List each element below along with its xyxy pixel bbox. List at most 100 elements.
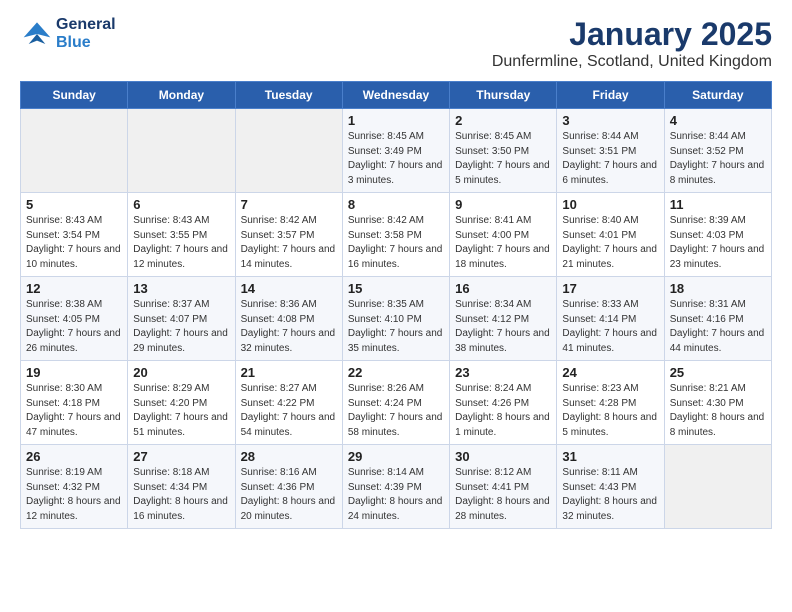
day-number: 3 (562, 113, 658, 128)
day-number: 5 (26, 197, 122, 212)
day-info: Sunrise: 8:30 AM Sunset: 4:18 PM Dayligh… (26, 382, 122, 440)
day-info: Sunrise: 8:36 AM Sunset: 4:08 PM Dayligh… (241, 298, 337, 356)
calendar-cell: 9 Sunrise: 8:41 AM Sunset: 4:00 PM Daylig… (450, 193, 557, 277)
calendar-cell: 26 Sunrise: 8:19 AM Sunset: 4:32 PM Dayli… (21, 445, 128, 529)
week-row-3: 12 Sunrise: 8:38 AM Sunset: 4:05 PM Dayli… (21, 277, 772, 361)
calendar-cell: 31Sunrise: 8:11 AM Sunset: 4:43 PM Dayli… (557, 445, 664, 529)
calendar-cell: 13 Sunrise: 8:37 AM Sunset: 4:07 PM Dayli… (128, 277, 235, 361)
day-number: 18 (670, 281, 766, 296)
day-info: Sunrise: 8:18 AM Sunset: 4:34 PM Dayligh… (133, 466, 229, 524)
day-number: 15 (348, 281, 444, 296)
page: General Blue January 2025 Dunfermline, S… (0, 0, 792, 545)
calendar-cell: 24Sunrise: 8:23 AM Sunset: 4:28 PM Dayli… (557, 361, 664, 445)
calendar-cell (235, 109, 342, 193)
day-header-wednesday: Wednesday (342, 82, 449, 109)
week-row-4: 19 Sunrise: 8:30 AM Sunset: 4:18 PM Dayli… (21, 361, 772, 445)
day-info: Sunrise: 8:43 AM Sunset: 3:55 PM Dayligh… (133, 214, 229, 272)
day-info: Sunrise: 8:45 AM Sunset: 3:49 PM Dayligh… (348, 130, 444, 188)
calendar-cell: 28 Sunrise: 8:16 AM Sunset: 4:36 PM Dayli… (235, 445, 342, 529)
calendar-cell (128, 109, 235, 193)
day-info: Sunrise: 8:41 AM Sunset: 4:00 PM Dayligh… (455, 214, 551, 272)
calendar-cell: 12 Sunrise: 8:38 AM Sunset: 4:05 PM Dayli… (21, 277, 128, 361)
day-info: Sunrise: 8:23 AM Sunset: 4:28 PM Dayligh… (562, 382, 658, 440)
day-number: 27 (133, 449, 229, 464)
day-number: 14 (241, 281, 337, 296)
calendar-cell: 27 Sunrise: 8:18 AM Sunset: 4:34 PM Dayli… (128, 445, 235, 529)
calendar-cell: 15 Sunrise: 8:35 AM Sunset: 4:10 PM Dayli… (342, 277, 449, 361)
week-row-1: 1Sunrise: 8:45 AM Sunset: 3:49 PM Daylig… (21, 109, 772, 193)
title-block: January 2025 Dunfermline, Scotland, Unit… (492, 16, 772, 71)
calendar-cell: 11 Sunrise: 8:39 AM Sunset: 4:03 PM Dayli… (664, 193, 771, 277)
day-number: 30 (455, 449, 551, 464)
calendar-cell (21, 109, 128, 193)
logo-icon (22, 19, 52, 49)
day-number: 6 (133, 197, 229, 212)
day-info: Sunrise: 8:45 AM Sunset: 3:50 PM Dayligh… (455, 130, 551, 188)
calendar-cell: 21 Sunrise: 8:27 AM Sunset: 4:22 PM Dayli… (235, 361, 342, 445)
day-info: Sunrise: 8:14 AM Sunset: 4:39 PM Dayligh… (348, 466, 444, 524)
calendar-cell: 30 Sunrise: 8:12 AM Sunset: 4:41 PM Dayli… (450, 445, 557, 529)
day-info: Sunrise: 8:35 AM Sunset: 4:10 PM Dayligh… (348, 298, 444, 356)
day-number: 12 (26, 281, 122, 296)
logo-text-general: General (56, 16, 116, 34)
day-number: 7 (241, 197, 337, 212)
calendar-cell: 29 Sunrise: 8:14 AM Sunset: 4:39 PM Dayli… (342, 445, 449, 529)
day-info: Sunrise: 8:33 AM Sunset: 4:14 PM Dayligh… (562, 298, 658, 356)
day-number: 13 (133, 281, 229, 296)
calendar-cell: 16Sunrise: 8:34 AM Sunset: 4:12 PM Dayli… (450, 277, 557, 361)
day-info: Sunrise: 8:42 AM Sunset: 3:57 PM Dayligh… (241, 214, 337, 272)
header: General Blue January 2025 Dunfermline, S… (20, 16, 772, 71)
day-info: Sunrise: 8:38 AM Sunset: 4:05 PM Dayligh… (26, 298, 122, 356)
day-number: 23 (455, 365, 551, 380)
calendar-cell: 5 Sunrise: 8:43 AM Sunset: 3:54 PM Daylig… (21, 193, 128, 277)
calendar-cell: 1Sunrise: 8:45 AM Sunset: 3:49 PM Daylig… (342, 109, 449, 193)
calendar-cell: 19 Sunrise: 8:30 AM Sunset: 4:18 PM Dayli… (21, 361, 128, 445)
calendar-cell: 14 Sunrise: 8:36 AM Sunset: 4:08 PM Dayli… (235, 277, 342, 361)
calendar-cell: 10Sunrise: 8:40 AM Sunset: 4:01 PM Dayli… (557, 193, 664, 277)
day-number: 25 (670, 365, 766, 380)
day-number: 9 (455, 197, 551, 212)
day-info: Sunrise: 8:27 AM Sunset: 4:22 PM Dayligh… (241, 382, 337, 440)
day-number: 22 (348, 365, 444, 380)
calendar-cell: 22 Sunrise: 8:26 AM Sunset: 4:24 PM Dayli… (342, 361, 449, 445)
day-number: 28 (241, 449, 337, 464)
day-info: Sunrise: 8:37 AM Sunset: 4:07 PM Dayligh… (133, 298, 229, 356)
day-info: Sunrise: 8:39 AM Sunset: 4:03 PM Dayligh… (670, 214, 766, 272)
day-header-thursday: Thursday (450, 82, 557, 109)
day-number: 29 (348, 449, 444, 464)
day-number: 19 (26, 365, 122, 380)
day-info: Sunrise: 8:12 AM Sunset: 4:41 PM Dayligh… (455, 466, 551, 524)
day-info: Sunrise: 8:19 AM Sunset: 4:32 PM Dayligh… (26, 466, 122, 524)
calendar-title: January 2025 (492, 16, 772, 53)
day-info: Sunrise: 8:21 AM Sunset: 4:30 PM Dayligh… (670, 382, 766, 440)
calendar-cell: 3 Sunrise: 8:44 AM Sunset: 3:51 PM Daylig… (557, 109, 664, 193)
day-number: 11 (670, 197, 766, 212)
day-info: Sunrise: 8:43 AM Sunset: 3:54 PM Dayligh… (26, 214, 122, 272)
logo-text-blue: Blue (56, 34, 116, 52)
day-number: 26 (26, 449, 122, 464)
day-info: Sunrise: 8:40 AM Sunset: 4:01 PM Dayligh… (562, 214, 658, 272)
day-info: Sunrise: 8:16 AM Sunset: 4:36 PM Dayligh… (241, 466, 337, 524)
days-header-row: SundayMondayTuesdayWednesdayThursdayFrid… (21, 82, 772, 109)
calendar-cell: 8Sunrise: 8:42 AM Sunset: 3:58 PM Daylig… (342, 193, 449, 277)
day-header-saturday: Saturday (664, 82, 771, 109)
day-info: Sunrise: 8:44 AM Sunset: 3:52 PM Dayligh… (670, 130, 766, 188)
day-info: Sunrise: 8:31 AM Sunset: 4:16 PM Dayligh… (670, 298, 766, 356)
calendar-cell: 23Sunrise: 8:24 AM Sunset: 4:26 PM Dayli… (450, 361, 557, 445)
logo: General Blue (20, 16, 116, 51)
calendar-cell: 18 Sunrise: 8:31 AM Sunset: 4:16 PM Dayli… (664, 277, 771, 361)
day-header-sunday: Sunday (21, 82, 128, 109)
day-info: Sunrise: 8:26 AM Sunset: 4:24 PM Dayligh… (348, 382, 444, 440)
day-header-tuesday: Tuesday (235, 82, 342, 109)
day-info: Sunrise: 8:29 AM Sunset: 4:20 PM Dayligh… (133, 382, 229, 440)
calendar-cell: 4 Sunrise: 8:44 AM Sunset: 3:52 PM Daylig… (664, 109, 771, 193)
day-info: Sunrise: 8:44 AM Sunset: 3:51 PM Dayligh… (562, 130, 658, 188)
day-number: 4 (670, 113, 766, 128)
calendar-cell: 6 Sunrise: 8:43 AM Sunset: 3:55 PM Daylig… (128, 193, 235, 277)
calendar-cell: 17Sunrise: 8:33 AM Sunset: 4:14 PM Dayli… (557, 277, 664, 361)
calendar-cell (664, 445, 771, 529)
day-number: 21 (241, 365, 337, 380)
calendar-cell: 7 Sunrise: 8:42 AM Sunset: 3:57 PM Daylig… (235, 193, 342, 277)
calendar-cell: 2Sunrise: 8:45 AM Sunset: 3:50 PM Daylig… (450, 109, 557, 193)
calendar-subtitle: Dunfermline, Scotland, United Kingdom (492, 53, 772, 71)
